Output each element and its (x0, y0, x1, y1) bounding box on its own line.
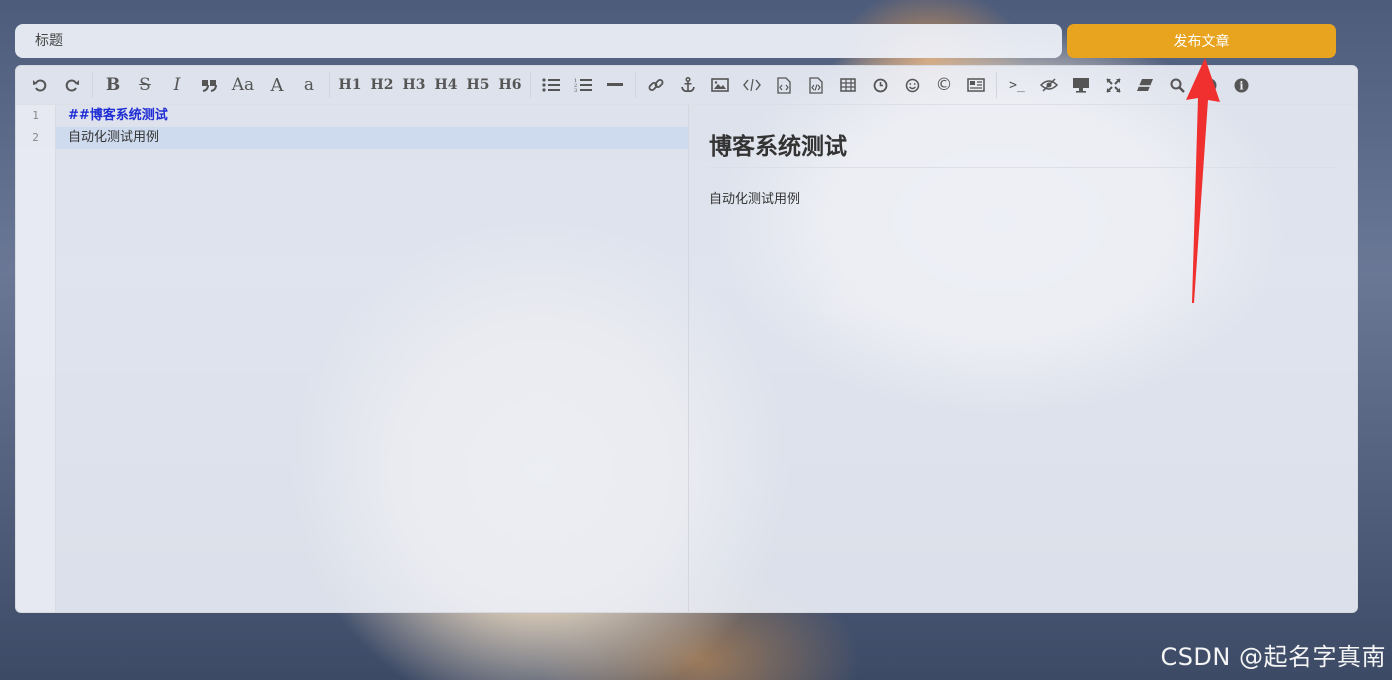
html-entity-icon[interactable]: © (928, 71, 960, 99)
emoji-icon[interactable] (896, 71, 928, 99)
undo-icon[interactable] (24, 71, 56, 99)
h2-icon[interactable]: H2 (366, 71, 398, 99)
line-number-gutter: 1 2 (16, 105, 56, 612)
markdown-input-area[interactable]: ##博客系统测试 自动化测试用例 (56, 105, 689, 612)
toolbar-divider (635, 72, 636, 98)
clear-icon[interactable] (1129, 71, 1161, 99)
h4-icon[interactable]: H4 (430, 71, 462, 99)
preview-pane: 博客系统测试 自动化测试用例 (689, 105, 1357, 612)
toolbar-divider (92, 72, 93, 98)
toggle-watch-icon[interactable] (1033, 71, 1065, 99)
editor-panes: 1 2 ##博客系统测试 自动化测试用例 博客系统测试 自动化测试用例 (16, 105, 1357, 612)
inline-code-icon[interactable] (736, 71, 768, 99)
code-line[interactable]: ##博客系统测试 (56, 105, 688, 127)
toolbar-divider (996, 72, 997, 98)
line-number: 1 (32, 109, 39, 122)
markdown-editor: B S I Aa A a H1 H2 H3 H4 H5 H6 123 © >_ … (15, 65, 1358, 613)
redo-icon[interactable] (56, 71, 88, 99)
anchor-icon[interactable] (672, 71, 704, 99)
publish-button[interactable]: 发布文章 (1067, 24, 1336, 58)
h6-icon[interactable]: H6 (494, 71, 526, 99)
toolbar-divider (530, 72, 531, 98)
h5-icon[interactable]: H5 (462, 71, 494, 99)
h3-icon[interactable]: H3 (398, 71, 430, 99)
fullscreen-icon[interactable] (1097, 71, 1129, 99)
svg-text:i: i (1239, 79, 1243, 92)
lowercase-icon[interactable]: a (293, 71, 325, 99)
horizontal-rule-icon[interactable] (599, 71, 631, 99)
table-icon[interactable] (832, 71, 864, 99)
preview-icon[interactable] (1065, 71, 1097, 99)
case-toggle-icon[interactable]: Aa (225, 71, 261, 99)
page-break-icon[interactable] (960, 71, 992, 99)
code-block-icon[interactable] (768, 71, 800, 99)
uppercase-icon[interactable]: A (261, 71, 293, 99)
line-number: 2 (32, 131, 39, 144)
editor-toolbar: B S I Aa A a H1 H2 H3 H4 H5 H6 123 © >_ … (16, 66, 1357, 105)
unordered-list-icon[interactable] (535, 71, 567, 99)
goto-line-icon[interactable]: >_ (1001, 71, 1033, 99)
preview-paragraph: 自动化测试用例 (709, 192, 801, 207)
red-arrow-annotation (1186, 58, 1220, 303)
toolbar-divider (329, 72, 330, 98)
h1-icon[interactable]: H1 (334, 71, 366, 99)
preformatted-icon[interactable] (800, 71, 832, 99)
image-icon[interactable] (704, 71, 736, 99)
italic-icon[interactable]: I (161, 71, 193, 99)
bold-icon[interactable]: B (97, 71, 129, 99)
datetime-icon[interactable] (864, 71, 896, 99)
quote-icon[interactable] (193, 71, 225, 99)
strikethrough-icon[interactable]: S (129, 71, 161, 99)
csdn-watermark: CSDN @起名字真南 (1160, 643, 1386, 671)
title-input[interactable] (15, 24, 1062, 58)
ordered-list-icon[interactable]: 123 (567, 71, 599, 99)
link-icon[interactable] (640, 71, 672, 99)
preview-heading: 博客系统测试 (709, 127, 1337, 168)
svg-text:3: 3 (574, 88, 577, 92)
code-line-active[interactable]: 自动化测试用例 (56, 127, 688, 149)
